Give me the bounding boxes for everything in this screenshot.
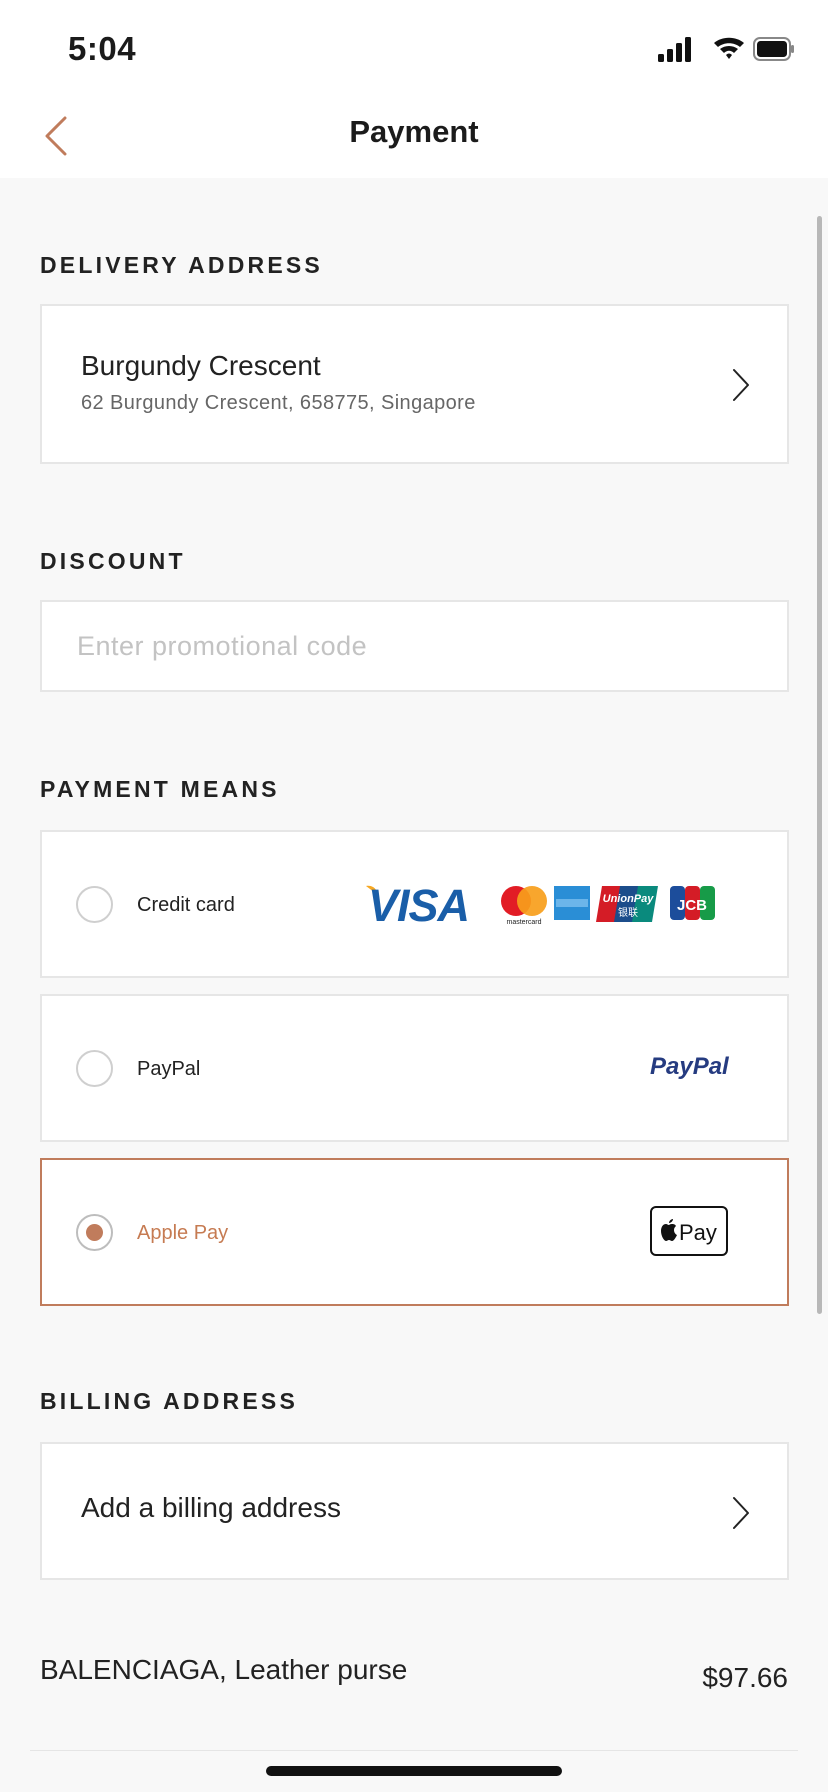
nav-bar: Payment — [0, 100, 828, 178]
status-time: 5:04 — [68, 30, 137, 67]
scroll-indicator[interactable] — [817, 216, 822, 1314]
payment-option-label: Credit card — [137, 894, 235, 916]
delivery-address-name: Burgundy Crescent — [81, 350, 321, 381]
visa-text: VISA — [368, 882, 469, 926]
mastercard-logo: mastercard — [501, 886, 547, 926]
order-item-price: $97.66 — [702, 1662, 788, 1693]
unionpay-text: UnionPay — [603, 893, 655, 905]
order-item-name: BALENCIAGA, Leather purse — [40, 1654, 408, 1685]
wifi-icon — [714, 37, 744, 59]
visa-logo: VISA — [366, 880, 470, 931]
payment-option-paypal[interactable]: PayPal PayPal — [40, 994, 789, 1142]
delivery-address-line: 62 Burgundy Crescent, 658775, Singapore — [81, 392, 476, 414]
paypal-text: PayPal — [650, 1053, 730, 1080]
amex-logo — [554, 886, 590, 920]
chevron-right-icon — [733, 1497, 749, 1529]
status-bar: 5:04 — [0, 0, 828, 100]
payment-option-label: Apple Pay — [137, 1222, 229, 1244]
delivery-address-card[interactable]: Burgundy Crescent 62 Burgundy Crescent, … — [40, 304, 789, 464]
unionpay-cn-text: 银联 — [618, 906, 638, 919]
divider — [30, 1750, 798, 1751]
billing-section-title: BILLING ADDRESS — [40, 1388, 298, 1414]
add-billing-address-card[interactable]: Add a billing address — [40, 1442, 789, 1580]
payment-option-credit-card[interactable]: Credit card VISA mastercard UnionPay 银联 — [40, 830, 789, 978]
apple-pay-logo: Pay — [650, 1206, 728, 1261]
unionpay-logo: UnionPay 银联 — [596, 886, 658, 922]
cellular-signal-icon — [658, 37, 691, 62]
radio-paypal[interactable] — [76, 1050, 113, 1087]
radio-apple-pay[interactable] — [76, 1214, 113, 1251]
jcb-text: JCB — [677, 897, 707, 914]
chevron-right-icon — [733, 369, 749, 401]
add-billing-address-label: Add a billing address — [81, 1492, 341, 1523]
promo-code-input[interactable] — [42, 602, 787, 690]
radio-credit-card[interactable] — [76, 886, 113, 923]
card-logos: VISA mastercard UnionPay 银联 JCB — [366, 880, 728, 931]
mastercard-text: mastercard — [506, 919, 541, 926]
payment-option-label: PayPal — [137, 1058, 201, 1080]
battery-icon — [753, 37, 794, 61]
jcb-logo: JCB — [670, 886, 715, 920]
promo-code-field[interactable] — [40, 600, 789, 692]
payment-option-apple-pay[interactable]: Apple Pay Pay — [40, 1158, 789, 1306]
discount-section-title: DISCOUNT — [40, 548, 186, 574]
status-icons — [658, 36, 794, 64]
page-title: Payment — [349, 114, 479, 149]
payment-section-title: PAYMENT MEANS — [40, 776, 280, 802]
paypal-logo: PayPal — [648, 1050, 738, 1085]
home-indicator[interactable] — [266, 1766, 562, 1776]
apple-pay-text: Pay — [679, 1220, 717, 1245]
delivery-section-title: DELIVERY ADDRESS — [40, 252, 323, 278]
